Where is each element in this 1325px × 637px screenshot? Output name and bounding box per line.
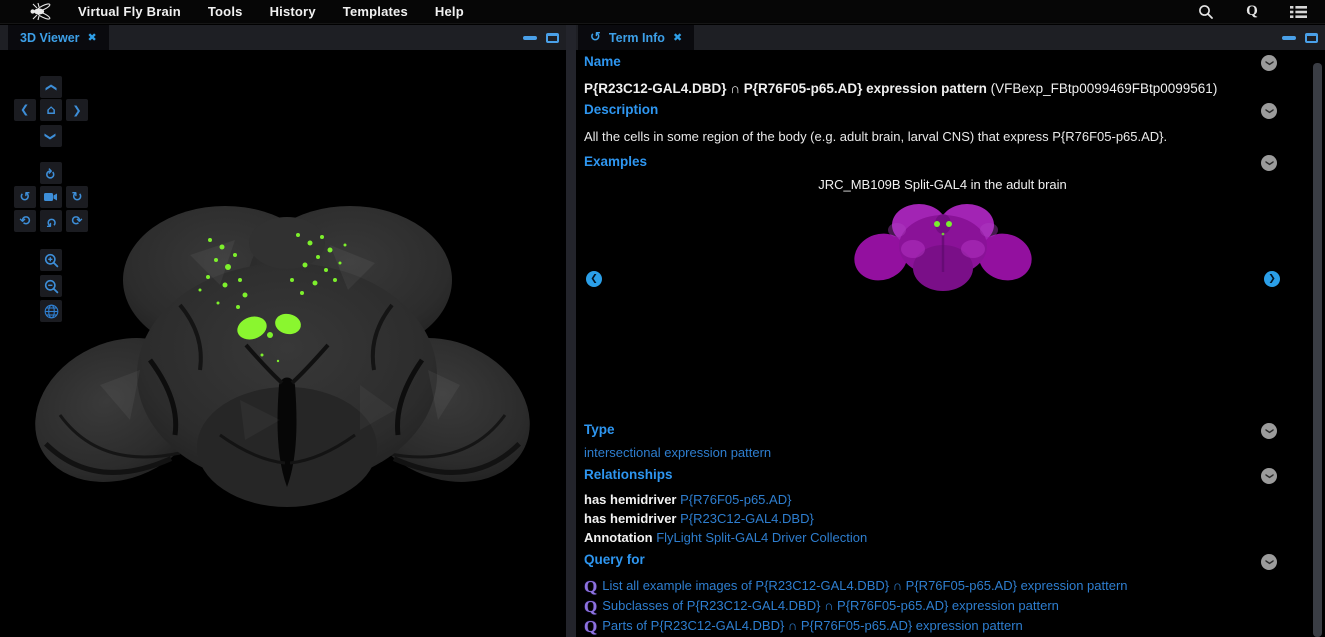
query-row[interactable]: Q Parts of P{R23C12-GAL4.DBD} ∩ P{R76F05… <box>584 616 1325 636</box>
term-info-window-controls <box>1282 25 1318 50</box>
pan-left-button[interactable]: ❯ <box>14 99 36 121</box>
menubar: Virtual Fly Brain Tools History Template… <box>0 0 1325 24</box>
collapse-description-icon[interactable]: ❯ <box>1261 103 1277 119</box>
orbit-icon: ⟳ <box>44 168 59 179</box>
minimize-icon[interactable] <box>523 36 537 40</box>
menubar-right-icons: Q <box>1197 3 1307 21</box>
search-icon[interactable] <box>1197 3 1215 21</box>
viewer-tabstrip: 3D Viewer ✖ <box>0 25 566 50</box>
collapse-query-for-icon[interactable]: ❯ <box>1261 554 1277 570</box>
section-heading-query-for: Query for ❯ <box>584 551 1325 569</box>
relationship-row: has hemidriver P{R23C12-GAL4.DBD} <box>584 509 1325 528</box>
relationship-row: has hemidriver P{R76F05-p65.AD} <box>584 490 1325 509</box>
relationship-link[interactable]: FlyLight Split-GAL4 Driver Collection <box>656 530 867 545</box>
collapse-relationships-icon[interactable]: ❯ <box>1261 468 1277 484</box>
results-list-icon[interactable] <box>1289 3 1307 21</box>
viewer-window-controls <box>523 25 559 50</box>
term-info-content: Name ❯ P{R23C12-GAL4.DBD} ∩ P{R76F05-p65… <box>576 50 1325 637</box>
relationship-row: Annotation FlyLight Split-GAL4 Driver Co… <box>584 528 1325 547</box>
query-q-icon: Q <box>584 618 597 635</box>
viewer-canvas[interactable]: ❯ ❯ ⌂ ❯ ❯ ⟳ ↺ ↻ ⟲ ↺ ⟳ <box>0 50 566 637</box>
query-icon[interactable]: Q <box>1243 3 1261 21</box>
collapse-name-icon[interactable]: ❯ <box>1261 55 1277 71</box>
main-menu: Virtual Fly Brain Tools History Template… <box>78 4 464 19</box>
section-heading-description: Description ❯ <box>584 101 1325 119</box>
vfb-app: Virtual Fly Brain Tools History Template… <box>0 0 1325 637</box>
tab-3d-viewer-label: 3D Viewer <box>20 31 80 45</box>
query-row[interactable]: Q List all example images of P{R23C12-GA… <box>584 576 1325 596</box>
section-heading-type: Type ❯ <box>584 421 1325 439</box>
close-icon[interactable]: ✖ <box>673 31 682 44</box>
relationship-link[interactable]: P{R23C12-GAL4.DBD} <box>680 511 814 526</box>
rotate-ccw-icon: ↺ <box>20 190 31 205</box>
tab-term-info[interactable]: ↺ Term Info ✖ <box>578 25 694 50</box>
viewer-panel: 3D Viewer ✖ ❯ ❯ ⌂ ❯ ❯ ⟳ ↺ ↻ ⟲ ↺ ⟳ <box>0 25 566 637</box>
query-q-icon: Q <box>584 598 597 615</box>
term-name-value: P{R23C12-GAL4.DBD} ∩ P{R76F05-p65.AD} ex… <box>584 80 1325 98</box>
query-q-icon: Q <box>584 578 597 595</box>
relationships-list: has hemidriver P{R76F05-p65.AD} has hemi… <box>584 490 1325 547</box>
query-for-list: Q List all example images of P{R23C12-GA… <box>584 576 1325 636</box>
close-icon[interactable]: ✖ <box>88 31 97 44</box>
term-info-panel: ↺ Term Info ✖ Name ❯ P{R23C12-GAL4.DBD} … <box>576 25 1325 637</box>
roll-left-icon: ⟲ <box>20 214 31 229</box>
collapse-examples-icon[interactable]: ❯ <box>1261 155 1277 171</box>
example-image-wrap <box>572 194 1313 294</box>
menu-item-templates[interactable]: Templates <box>343 4 408 19</box>
pan-down-button[interactable]: ❯ <box>40 125 62 147</box>
menu-item-history[interactable]: History <box>270 4 316 19</box>
relationship-link[interactable]: P{R76F05-p65.AD} <box>680 492 791 507</box>
section-heading-relationships: Relationships ❯ <box>584 466 1325 484</box>
history-icon[interactable]: ↺ <box>590 30 601 45</box>
panel-divider[interactable] <box>566 25 576 637</box>
menu-item-help[interactable]: Help <box>435 4 464 19</box>
home-view-button[interactable]: ⌂ <box>40 99 62 121</box>
term-type-link: intersectional expression pattern <box>584 444 1325 462</box>
section-heading-examples: Examples ❯ <box>584 153 1325 171</box>
term-id: (VFBexp_FBtp0099469FBtp0099561) <box>991 81 1218 96</box>
term-title: P{R23C12-GAL4.DBD} ∩ P{R76F05-p65.AD} ex… <box>584 81 987 96</box>
previous-example-button[interactable]: ❮ <box>586 271 602 287</box>
examples-carousel: JRC_MB109B Split-GAL4 in the adult brain <box>584 176 1325 421</box>
maximize-icon[interactable] <box>1305 33 1318 43</box>
vfb-fly-logo-icon[interactable] <box>28 2 52 21</box>
maximize-icon[interactable] <box>546 33 559 43</box>
brain-3d-render[interactable] <box>30 185 535 515</box>
example-caption: JRC_MB109B Split-GAL4 in the adult brain <box>572 176 1313 194</box>
query-row[interactable]: Q Subclasses of P{R23C12-GAL4.DBD} ∩ P{R… <box>584 596 1325 616</box>
menu-item-virtual-fly-brain[interactable]: Virtual Fly Brain <box>78 4 181 19</box>
tab-3d-viewer[interactable]: 3D Viewer ✖ <box>8 25 109 50</box>
term-description-text: All the cells in some region of the body… <box>584 128 1325 146</box>
term-info-tabstrip: ↺ Term Info ✖ <box>576 25 1325 50</box>
home-icon: ⌂ <box>46 103 55 118</box>
next-example-button[interactable]: ❯ <box>1264 271 1280 287</box>
example-brain-image[interactable] <box>853 194 1033 294</box>
orbit-rotate-button[interactable]: ⟳ <box>40 162 62 184</box>
section-heading-name: Name ❯ <box>584 53 1325 71</box>
pan-right-button[interactable]: ❯ <box>66 99 88 121</box>
collapse-type-icon[interactable]: ❯ <box>1261 423 1277 439</box>
pan-up-button[interactable]: ❯ <box>40 76 62 98</box>
tab-term-info-label: Term Info <box>609 31 665 45</box>
minimize-icon[interactable] <box>1282 36 1296 40</box>
term-info-scrollbar[interactable] <box>1313 63 1322 637</box>
menu-item-tools[interactable]: Tools <box>208 4 243 19</box>
